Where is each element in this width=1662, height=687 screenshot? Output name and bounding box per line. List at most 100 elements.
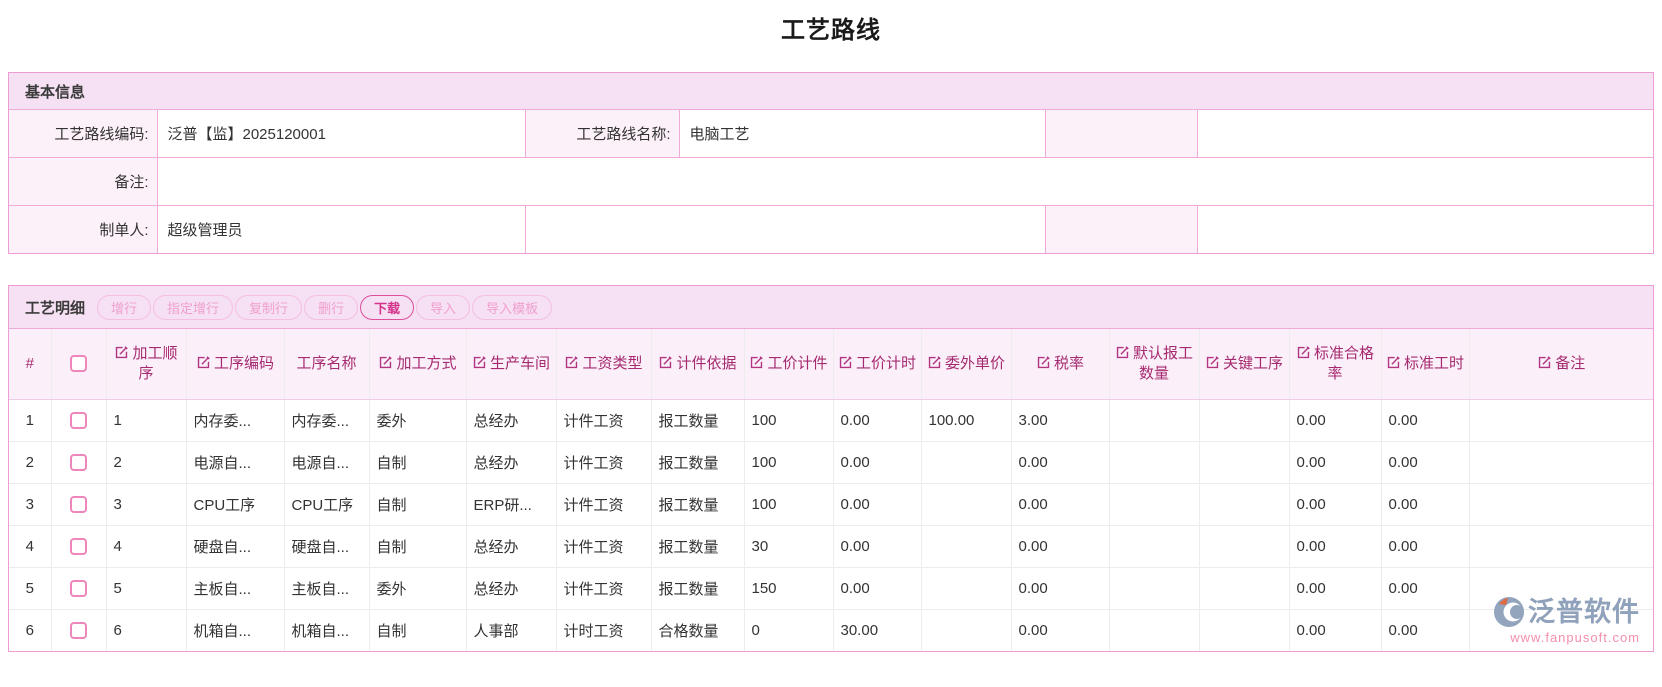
row-checkbox[interactable] xyxy=(70,538,87,555)
cell-r3-c9[interactable] xyxy=(921,526,1011,568)
cell-r2-c0[interactable]: 3 xyxy=(106,484,186,526)
cell-r2-c10[interactable]: 0.00 xyxy=(1011,484,1109,526)
cell-r2-c8[interactable]: 0.00 xyxy=(833,484,921,526)
cell-r0-c13[interactable]: 0.00 xyxy=(1289,400,1381,442)
cell-r0-c3[interactable]: 委外 xyxy=(369,400,466,442)
cell-r5-c10[interactable]: 0.00 xyxy=(1011,610,1109,652)
cell-r4-c9[interactable] xyxy=(921,568,1011,610)
toolbar-button-3[interactable]: 删行 xyxy=(304,295,358,320)
cell-r3-c15[interactable] xyxy=(1469,526,1653,568)
cell-r2-c6[interactable]: 报工数量 xyxy=(651,484,744,526)
cell-r3-c12[interactable] xyxy=(1199,526,1289,568)
cell-r4-c6[interactable]: 报工数量 xyxy=(651,568,744,610)
cell-r3-c3[interactable]: 自制 xyxy=(369,526,466,568)
cell-r0-c9[interactable]: 100.00 xyxy=(921,400,1011,442)
cell-r4-c8[interactable]: 0.00 xyxy=(833,568,921,610)
toolbar-button-4[interactable]: 下载 xyxy=(360,295,414,320)
cell-r4-c0[interactable]: 5 xyxy=(106,568,186,610)
cell-r2-c14[interactable]: 0.00 xyxy=(1381,484,1469,526)
row-checkbox[interactable] xyxy=(70,622,87,639)
cell-r5-c5[interactable]: 计时工资 xyxy=(556,610,651,652)
cell-r3-c11[interactable] xyxy=(1109,526,1199,568)
cell-r3-c0[interactable]: 4 xyxy=(106,526,186,568)
cell-r4-c7[interactable]: 150 xyxy=(744,568,833,610)
cell-r1-c3[interactable]: 自制 xyxy=(369,442,466,484)
cell-r5-c6[interactable]: 合格数量 xyxy=(651,610,744,652)
cell-r1-c1[interactable]: 电源自... xyxy=(186,442,284,484)
cell-r1-c0[interactable]: 2 xyxy=(106,442,186,484)
cell-r4-c15[interactable] xyxy=(1469,568,1653,610)
cell-r1-c13[interactable]: 0.00 xyxy=(1289,442,1381,484)
cell-r5-c1[interactable]: 机箱自... xyxy=(186,610,284,652)
cell-r1-c11[interactable] xyxy=(1109,442,1199,484)
select-all-checkbox[interactable] xyxy=(70,355,87,372)
cell-r2-c13[interactable]: 0.00 xyxy=(1289,484,1381,526)
cell-r1-c4[interactable]: 总经办 xyxy=(466,442,556,484)
cell-r5-c14[interactable]: 0.00 xyxy=(1381,610,1469,652)
cell-r3-c8[interactable]: 0.00 xyxy=(833,526,921,568)
cell-r2-c11[interactable] xyxy=(1109,484,1199,526)
cell-r5-c9[interactable] xyxy=(921,610,1011,652)
cell-r3-c13[interactable]: 0.00 xyxy=(1289,526,1381,568)
cell-r4-c14[interactable]: 0.00 xyxy=(1381,568,1469,610)
toolbar-button-1[interactable]: 指定增行 xyxy=(153,295,233,320)
cell-r5-c8[interactable]: 30.00 xyxy=(833,610,921,652)
cell-r2-c12[interactable] xyxy=(1199,484,1289,526)
cell-r2-c9[interactable] xyxy=(921,484,1011,526)
cell-r3-c14[interactable]: 0.00 xyxy=(1381,526,1469,568)
row-checkbox[interactable] xyxy=(70,496,87,513)
cell-r1-c9[interactable] xyxy=(921,442,1011,484)
cell-r1-c10[interactable]: 0.00 xyxy=(1011,442,1109,484)
cell-r4-c3[interactable]: 委外 xyxy=(369,568,466,610)
cell-r5-c0[interactable]: 6 xyxy=(106,610,186,652)
cell-r1-c8[interactable]: 0.00 xyxy=(833,442,921,484)
cell-r2-c3[interactable]: 自制 xyxy=(369,484,466,526)
field-value-creator[interactable]: 超级管理员 xyxy=(157,206,525,254)
cell-r2-c5[interactable]: 计件工资 xyxy=(556,484,651,526)
cell-r3-c4[interactable]: 总经办 xyxy=(466,526,556,568)
cell-r0-c12[interactable] xyxy=(1199,400,1289,442)
cell-r0-c6[interactable]: 报工数量 xyxy=(651,400,744,442)
cell-r3-c6[interactable]: 报工数量 xyxy=(651,526,744,568)
cell-r5-c7[interactable]: 0 xyxy=(744,610,833,652)
cell-r4-c4[interactable]: 总经办 xyxy=(466,568,556,610)
row-checkbox[interactable] xyxy=(70,580,87,597)
cell-r0-c8[interactable]: 0.00 xyxy=(833,400,921,442)
toolbar-button-5[interactable]: 导入 xyxy=(416,295,470,320)
row-checkbox[interactable] xyxy=(70,454,87,471)
cell-r5-c13[interactable]: 0.00 xyxy=(1289,610,1381,652)
cell-r3-c10[interactable]: 0.00 xyxy=(1011,526,1109,568)
cell-r4-c11[interactable] xyxy=(1109,568,1199,610)
cell-r5-c15[interactable] xyxy=(1469,610,1653,652)
cell-r1-c5[interactable]: 计件工资 xyxy=(556,442,651,484)
cell-r0-c14[interactable]: 0.00 xyxy=(1381,400,1469,442)
cell-r5-c12[interactable] xyxy=(1199,610,1289,652)
field-value-route-code[interactable]: 泛普【监】2025120001 xyxy=(157,110,525,158)
cell-r3-c7[interactable]: 30 xyxy=(744,526,833,568)
cell-r1-c6[interactable]: 报工数量 xyxy=(651,442,744,484)
cell-r2-c4[interactable]: ERP研... xyxy=(466,484,556,526)
cell-r0-c5[interactable]: 计件工资 xyxy=(556,400,651,442)
cell-r0-c1[interactable]: 内存委... xyxy=(186,400,284,442)
cell-r4-c10[interactable]: 0.00 xyxy=(1011,568,1109,610)
cell-r0-c7[interactable]: 100 xyxy=(744,400,833,442)
cell-r2-c1[interactable]: CPU工序 xyxy=(186,484,284,526)
cell-r4-c1[interactable]: 主板自... xyxy=(186,568,284,610)
cell-r3-c1[interactable]: 硬盘自... xyxy=(186,526,284,568)
cell-r0-c10[interactable]: 3.00 xyxy=(1011,400,1109,442)
cell-r0-c11[interactable] xyxy=(1109,400,1199,442)
cell-r2-c7[interactable]: 100 xyxy=(744,484,833,526)
cell-r0-c0[interactable]: 1 xyxy=(106,400,186,442)
cell-r0-c15[interactable] xyxy=(1469,400,1653,442)
cell-r1-c12[interactable] xyxy=(1199,442,1289,484)
cell-r4-c13[interactable]: 0.00 xyxy=(1289,568,1381,610)
cell-r4-c5[interactable]: 计件工资 xyxy=(556,568,651,610)
toolbar-button-2[interactable]: 复制行 xyxy=(235,295,302,320)
field-value-route-name[interactable]: 电脑工艺 xyxy=(679,110,1045,158)
cell-r5-c4[interactable]: 人事部 xyxy=(466,610,556,652)
toolbar-button-6[interactable]: 导入模板 xyxy=(472,295,552,320)
cell-r3-c5[interactable]: 计件工资 xyxy=(556,526,651,568)
cell-r5-c3[interactable]: 自制 xyxy=(369,610,466,652)
cell-r2-c15[interactable] xyxy=(1469,484,1653,526)
toolbar-button-0[interactable]: 增行 xyxy=(97,295,151,320)
